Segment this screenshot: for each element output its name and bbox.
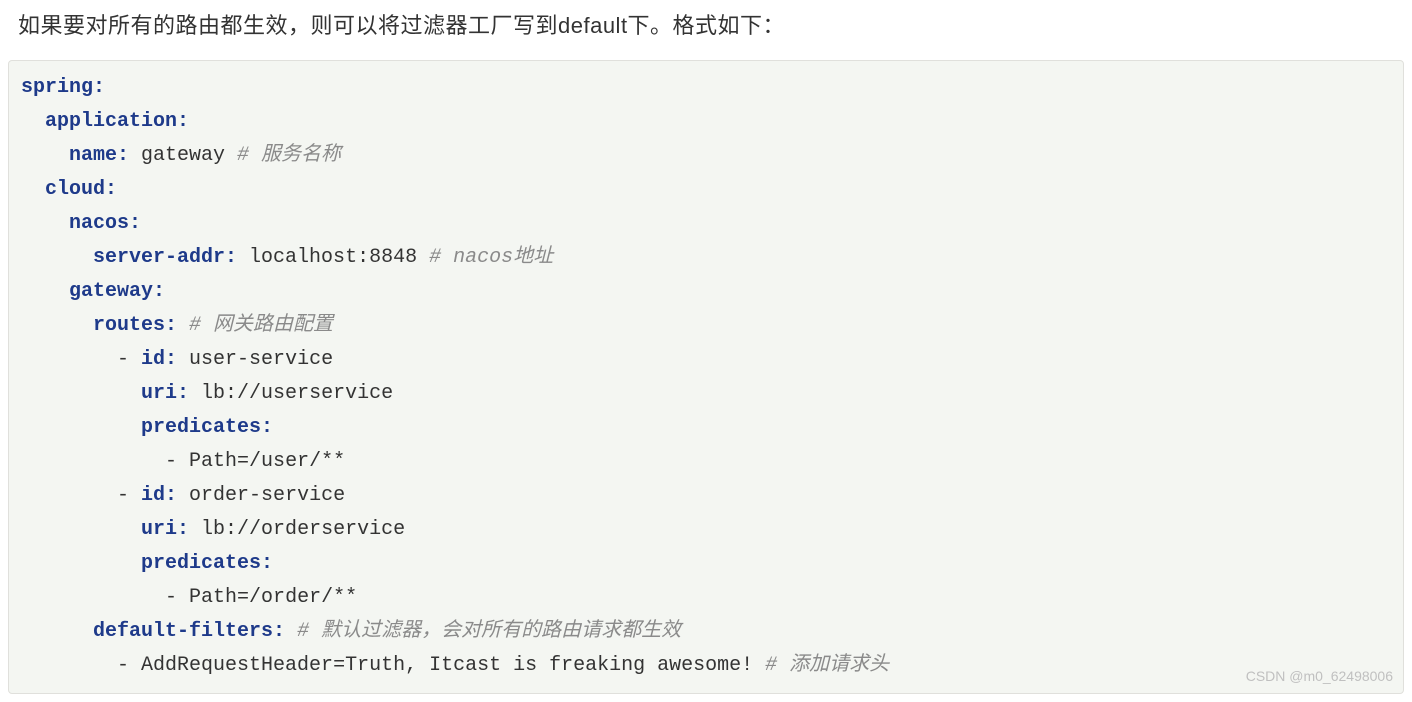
intro-paragraph: 如果要对所有的路由都生效，则可以将过滤器工厂写到default下。格式如下：: [8, 8, 1404, 40]
yaml-key: cloud:: [45, 178, 117, 201]
yaml-key: default-filters:: [93, 620, 297, 643]
code-line: nacos:: [21, 207, 1391, 241]
code-line: default-filters: # 默认过滤器，会对所有的路由请求都生效: [21, 615, 1391, 649]
code-line: - AddRequestHeader=Truth, Itcast is frea…: [21, 649, 1391, 683]
code-line: - Path=/order/**: [21, 581, 1391, 615]
yaml-key: spring:: [21, 76, 105, 99]
code-line: spring:: [21, 71, 1391, 105]
yaml-key: gateway:: [69, 280, 165, 303]
yaml-comment: # 服务名称: [237, 144, 341, 167]
yaml-value: Path=/user/**: [189, 450, 345, 473]
code-line: name: gateway # 服务名称: [21, 139, 1391, 173]
yaml-comment: # 网关路由配置: [189, 314, 333, 337]
yaml-value: user-service: [189, 348, 333, 371]
yaml-code-block: spring: application: name: gateway # 服务名…: [8, 60, 1404, 694]
yaml-key: id:: [141, 484, 189, 507]
yaml-key: application:: [45, 110, 189, 133]
yaml-key: name:: [69, 144, 141, 167]
code-line: - Path=/user/**: [21, 445, 1391, 479]
code-line: uri: lb://userservice: [21, 377, 1391, 411]
yaml-key: nacos:: [69, 212, 141, 235]
yaml-dash: -: [165, 450, 189, 473]
code-line: predicates:: [21, 547, 1391, 581]
code-line: application:: [21, 105, 1391, 139]
code-line: gateway:: [21, 275, 1391, 309]
code-line: routes: # 网关路由配置: [21, 309, 1391, 343]
code-line: predicates:: [21, 411, 1391, 445]
yaml-dash: -: [117, 484, 141, 507]
yaml-value: lb://userservice: [201, 382, 393, 405]
yaml-value: AddRequestHeader=Truth, Itcast is freaki…: [141, 654, 765, 677]
yaml-value: Path=/order/**: [189, 586, 357, 609]
code-line: server-addr: localhost:8848 # nacos地址: [21, 241, 1391, 275]
yaml-key: id:: [141, 348, 189, 371]
yaml-dash: -: [117, 654, 141, 677]
yaml-dash: -: [117, 348, 141, 371]
yaml-key: predicates:: [141, 416, 273, 439]
yaml-comment: # 默认过滤器，会对所有的路由请求都生效: [297, 620, 681, 643]
code-line: - id: user-service: [21, 343, 1391, 377]
yaml-key: routes:: [93, 314, 189, 337]
code-line: uri: lb://orderservice: [21, 513, 1391, 547]
yaml-value: gateway: [141, 144, 237, 167]
yaml-comment: # 添加请求头: [765, 654, 889, 677]
code-line: - id: order-service: [21, 479, 1391, 513]
yaml-comment: # nacos地址: [429, 246, 553, 269]
yaml-key: server-addr:: [93, 246, 249, 269]
yaml-key: uri:: [141, 518, 201, 541]
yaml-key: uri:: [141, 382, 201, 405]
yaml-value: localhost:8848: [249, 246, 429, 269]
yaml-key: predicates:: [141, 552, 273, 575]
yaml-value: order-service: [189, 484, 345, 507]
yaml-dash: -: [165, 586, 189, 609]
yaml-value: lb://orderservice: [201, 518, 405, 541]
watermark-text: CSDN @m0_62498006: [1246, 665, 1393, 689]
code-line: cloud:: [21, 173, 1391, 207]
